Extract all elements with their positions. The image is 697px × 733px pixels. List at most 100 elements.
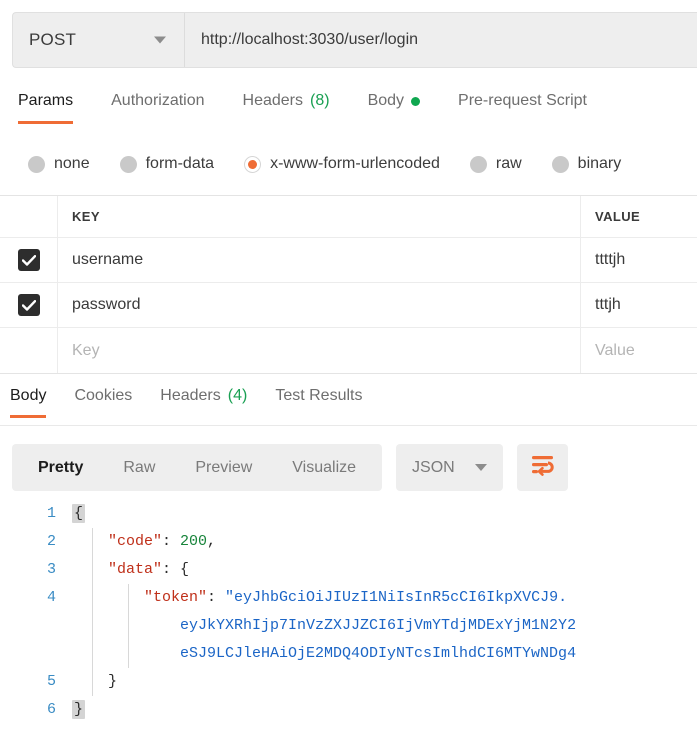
tab-headers[interactable]: Headers (8) (243, 88, 330, 124)
radio-form-data[interactable]: form-data (119, 155, 214, 173)
tab-pre-request-script[interactable]: Pre-request Script (458, 88, 587, 124)
code-line-2: 2 "code": 200, (0, 528, 697, 556)
radio-binary-label: binary (577, 155, 622, 172)
code-line-2-content: "code": 200, (72, 528, 697, 556)
table-row-empty: Key Value (0, 328, 697, 373)
json-value-token-part2: eyJkYXRhIjp7InVzZXJJZCI6IjVmYTdjMDExYjM1… (180, 617, 577, 634)
view-mode-raw[interactable]: Raw (103, 444, 175, 491)
new-key-placeholder: Key (72, 341, 100, 359)
column-header-key: KEY (72, 209, 100, 224)
json-key-data: "data" (108, 561, 163, 578)
checkbox-checked-icon[interactable] (17, 249, 40, 271)
table-row: password tttjh (0, 283, 697, 328)
row-checkbox-cell (0, 238, 58, 282)
code-line-3-content: "data": { (72, 556, 697, 584)
new-value-input[interactable]: Value (581, 328, 697, 373)
header-value-cell: VALUE (581, 196, 697, 237)
json-colon: : (162, 561, 181, 578)
header-checkbox-cell (0, 196, 58, 237)
response-tabs: Body Cookies Headers (4) Test Results (0, 384, 697, 426)
row-key-text: password (72, 296, 141, 313)
json-comma: , (207, 533, 217, 550)
response-tab-headers[interactable]: Headers (4) (160, 384, 247, 418)
table-header-row: KEY VALUE (0, 196, 697, 238)
row-checkbox-cell (0, 283, 58, 327)
response-tab-cookies[interactable]: Cookies (74, 384, 132, 418)
row-checkbox-cell-empty (0, 328, 58, 373)
radio-none-icon (28, 155, 45, 173)
line-number: 3 (46, 561, 56, 578)
fold-rail-inner (128, 640, 129, 668)
code-line-4-wrap-2-content: eSJ9LCJleHAiOjE2MDQ4ODIyNTcsImlhdCI6MTYw… (72, 640, 697, 668)
tab-authorization[interactable]: Authorization (111, 88, 204, 124)
code-line-6: 6 } (0, 696, 697, 724)
row-value-cell[interactable]: ttttjh (581, 238, 697, 282)
radio-form-data-icon (119, 155, 137, 173)
checkbox-checked-icon[interactable] (17, 294, 40, 316)
row-key-cell[interactable]: username (58, 238, 581, 282)
response-tab-headers-count: (4) (227, 387, 248, 404)
line-number: 6 (46, 701, 56, 718)
tab-headers-count: (8) (310, 92, 330, 109)
code-line-1: 1 { (0, 500, 697, 528)
fold-rail (92, 584, 93, 612)
http-method-select[interactable]: POST (12, 12, 185, 68)
fold-rail (92, 528, 93, 556)
new-key-input[interactable]: Key (58, 328, 581, 373)
new-value-placeholder: Value (595, 341, 635, 359)
body-indicator-dot-icon (411, 96, 421, 106)
code-line-4-wrap-1: eyJkYXRhIjp7InVzZXJJZCI6IjVmYTdjMDExYjM1… (0, 612, 697, 640)
radio-x-www-form-urlencoded[interactable]: x-www-form-urlencoded (244, 155, 440, 173)
row-value-cell[interactable]: tttjh (581, 283, 697, 327)
row-value-text: ttttjh (595, 251, 626, 268)
line-number: 2 (46, 533, 56, 550)
json-colon: : (207, 589, 226, 606)
code-line-5-content: } (72, 668, 697, 696)
json-colon: : (162, 533, 181, 550)
view-mode-preview[interactable]: Preview (175, 444, 272, 491)
radio-none[interactable]: none (28, 155, 90, 173)
json-value-token-part1: "eyJhbGciOiJIUzI1NiIsInR5cCI6IkpXVCJ9. (225, 589, 568, 606)
radio-binary[interactable]: binary (551, 155, 622, 173)
fold-rail-inner (128, 584, 129, 612)
line-number: 1 (46, 505, 56, 522)
view-mode-pretty[interactable]: Pretty (18, 444, 103, 491)
row-key-cell[interactable]: password (58, 283, 581, 327)
radio-binary-icon (551, 155, 569, 173)
json-key-code: "code" (108, 533, 163, 550)
response-format-label: JSON (412, 458, 455, 476)
code-line-4-content: "token": "eyJhbGciOiJIUzI1NiIsInR5cCI6Ik… (72, 584, 697, 612)
response-body-json-viewer[interactable]: 1 { 2 "code": 200, 3 "data": { 4 "token"… (0, 500, 697, 733)
radio-raw[interactable]: raw (469, 155, 522, 173)
form-params-table: KEY VALUE username ttttjh password tttjh (0, 195, 697, 374)
response-tab-body[interactable]: Body (10, 384, 47, 418)
request-url-input[interactable]: http://localhost:3030/user/login (185, 12, 697, 68)
fold-rail (92, 668, 93, 696)
line-number: 4 (46, 589, 56, 606)
json-value-code: 200 (180, 533, 208, 550)
json-value-token-part3: eSJ9LCJleHAiOjE2MDQ4ODIyNTcsImlhdCI6MTYw… (180, 645, 577, 662)
response-tab-test-results[interactable]: Test Results (275, 384, 362, 418)
header-key-cell: KEY (58, 196, 581, 237)
tab-params[interactable]: Params (18, 88, 74, 124)
response-tab-test-results-label: Test Results (275, 387, 363, 404)
request-url-bar: POST http://localhost:3030/user/login (12, 12, 697, 68)
view-mode-visualize[interactable]: Visualize (272, 444, 376, 491)
code-line-3: 3 "data": { (0, 556, 697, 584)
request-url-text: http://localhost:3030/user/login (201, 31, 419, 48)
chevron-down-icon (475, 464, 488, 471)
table-row: username ttttjh (0, 238, 697, 283)
word-wrap-icon (530, 454, 555, 481)
word-wrap-button[interactable] (517, 444, 569, 491)
response-format-select[interactable]: JSON (396, 444, 504, 491)
fold-rail-inner (128, 612, 129, 640)
tab-body[interactable]: Body (368, 88, 421, 124)
fold-rail (92, 556, 93, 584)
row-value-text: tttjh (595, 296, 621, 313)
response-view-toolbar: Pretty Raw Preview Visualize JSON (12, 444, 685, 491)
response-tab-body-label: Body (10, 387, 47, 404)
radio-x-www-form-urlencoded-icon (244, 155, 262, 173)
code-line-4-wrap-2: eSJ9LCJleHAiOjE2MDQ4ODIyNTcsImlhdCI6MTYw… (0, 640, 697, 668)
tab-pre-request-script-label: Pre-request Script (458, 92, 587, 109)
response-tab-headers-label: Headers (160, 387, 221, 404)
